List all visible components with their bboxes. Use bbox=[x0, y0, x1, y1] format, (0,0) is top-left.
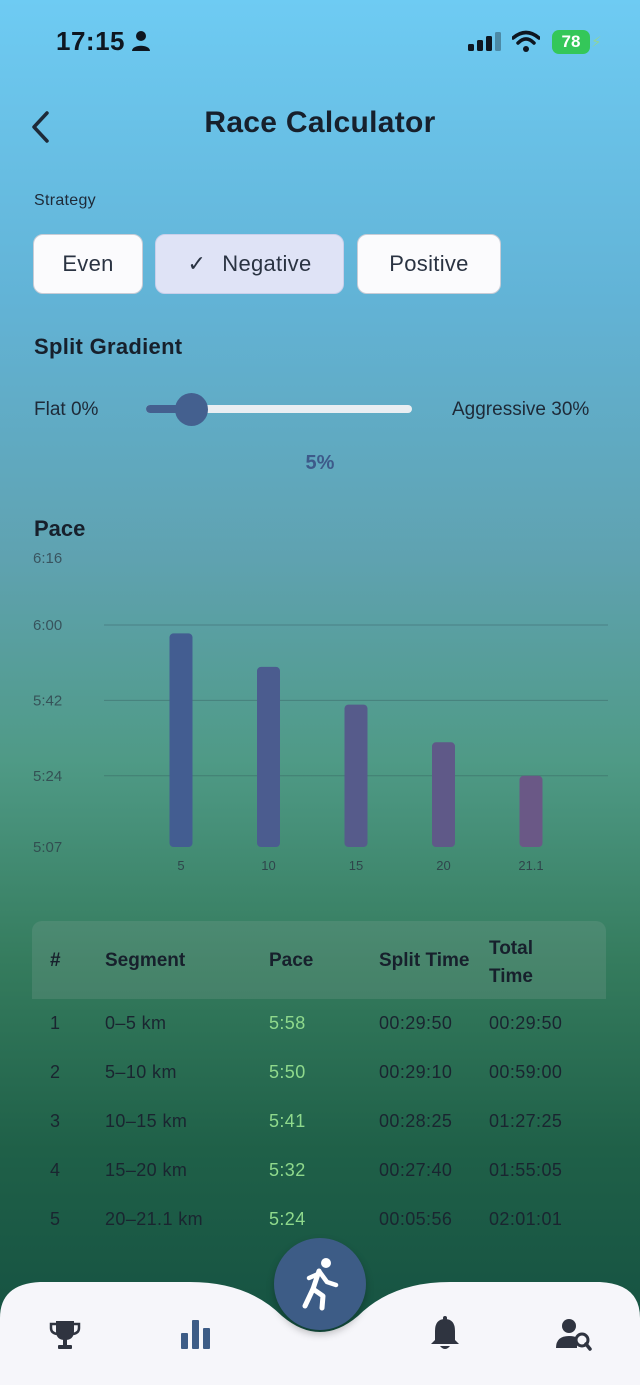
pace-bar bbox=[344, 704, 368, 847]
y-tick-label: 5:42 bbox=[33, 692, 62, 709]
strategy-positive-button[interactable]: Positive bbox=[357, 234, 501, 294]
bar-chart-icon bbox=[181, 1320, 210, 1349]
y-tick-label: 6:16 bbox=[33, 550, 62, 567]
x-tick-label: 21.1 bbox=[518, 858, 543, 873]
bell-icon bbox=[431, 1316, 459, 1349]
row-total-time: 01:27:25 bbox=[489, 1111, 563, 1131]
slider-thumb[interactable] bbox=[175, 393, 208, 426]
row-index: 4 bbox=[50, 1160, 61, 1180]
runner-icon bbox=[302, 1258, 339, 1311]
battery-indicator: 78 ⚡ bbox=[552, 30, 602, 54]
row-pace: 5:32 bbox=[269, 1160, 306, 1180]
nav-stats[interactable] bbox=[178, 1316, 214, 1352]
strategy-positive-label: Positive bbox=[389, 251, 469, 276]
header-index: # bbox=[50, 950, 61, 971]
x-tick-label: 15 bbox=[349, 858, 363, 873]
pace-title: Pace bbox=[34, 516, 86, 541]
row-segment: 0–5 km bbox=[105, 1013, 167, 1033]
header-segment: Segment bbox=[105, 950, 186, 971]
x-tick-label: 10 bbox=[261, 858, 275, 873]
pace-bar bbox=[432, 742, 455, 847]
header-total-time: Total Time bbox=[489, 938, 534, 987]
row-pace: 5:50 bbox=[269, 1062, 306, 1082]
x-tick-label: 20 bbox=[436, 858, 450, 873]
nav-profile-search[interactable] bbox=[556, 1318, 592, 1352]
slider-min-label: Flat 0% bbox=[34, 399, 99, 420]
pace-bar-chart: 6:16 6:00 5:42 5:24 5:07 5 10 15 20 21.1 bbox=[33, 550, 608, 873]
cellular-signal-icon bbox=[468, 32, 501, 51]
nav-notifications[interactable] bbox=[428, 1316, 462, 1352]
wifi-icon bbox=[512, 30, 540, 52]
y-tick-label: 6:00 bbox=[33, 617, 62, 634]
table-header: # Segment Pace Split Time Total Time bbox=[32, 921, 606, 999]
row-segment: 20–21.1 km bbox=[105, 1209, 204, 1229]
row-total-time: 00:29:50 bbox=[489, 1013, 563, 1033]
run-button[interactable] bbox=[274, 1238, 366, 1330]
trophy-icon bbox=[49, 1321, 81, 1349]
row-split-time: 00:28:25 bbox=[379, 1111, 453, 1131]
y-tick-label: 5:24 bbox=[33, 768, 62, 785]
split-gradient-title: Split Gradient bbox=[34, 334, 183, 359]
row-pace: 5:58 bbox=[269, 1013, 306, 1033]
row-pace: 5:41 bbox=[269, 1111, 306, 1131]
pace-bar bbox=[257, 666, 280, 847]
row-total-time: 01:55:05 bbox=[489, 1160, 563, 1180]
strategy-negative-label: Negative bbox=[222, 251, 312, 276]
charging-icon: ⚡ bbox=[591, 34, 602, 51]
row-pace: 5:24 bbox=[269, 1209, 306, 1229]
slider-value: 5% bbox=[305, 452, 335, 474]
header-split-time: Split Time bbox=[379, 950, 470, 971]
strategy-even-button[interactable]: Even bbox=[33, 234, 143, 294]
row-split-time: 00:05:56 bbox=[379, 1209, 453, 1229]
user-search-icon bbox=[556, 1319, 592, 1351]
pace-bar bbox=[169, 633, 193, 847]
row-split-time: 00:27:40 bbox=[379, 1160, 453, 1180]
row-total-time: 00:59:00 bbox=[489, 1062, 563, 1082]
row-split-time: 00:29:10 bbox=[379, 1062, 453, 1082]
page-title: Race Calculator bbox=[204, 106, 436, 139]
row-index: 1 bbox=[50, 1013, 61, 1033]
status-time: 17:15 bbox=[56, 26, 125, 56]
row-index: 5 bbox=[50, 1209, 61, 1229]
row-segment: 15–20 km bbox=[105, 1160, 188, 1180]
row-segment: 5–10 km bbox=[105, 1062, 177, 1082]
y-tick-label: 5:07 bbox=[33, 839, 62, 856]
nav-trophy[interactable] bbox=[48, 1318, 82, 1352]
strategy-negative-button[interactable]: ✓ Negative bbox=[155, 234, 344, 294]
splits-table: # Segment Pace Split Time Total Time 1 0–… bbox=[32, 921, 606, 1251]
person-icon bbox=[132, 31, 150, 51]
header-pace: Pace bbox=[269, 950, 314, 971]
battery-level: 78 bbox=[552, 30, 590, 54]
slider-max-label: Aggressive 30% bbox=[452, 399, 590, 420]
strategy-even-label: Even bbox=[62, 251, 114, 276]
row-split-time: 00:29:50 bbox=[379, 1013, 453, 1033]
pace-bar bbox=[519, 775, 543, 847]
row-total-time: 02:01:01 bbox=[489, 1209, 563, 1229]
row-index: 2 bbox=[50, 1062, 61, 1082]
check-icon: ✓ bbox=[187, 251, 207, 276]
strategy-label: Strategy bbox=[34, 192, 96, 209]
row-segment: 10–15 km bbox=[105, 1111, 188, 1131]
row-index: 3 bbox=[50, 1111, 61, 1131]
x-tick-label: 5 bbox=[177, 858, 184, 873]
